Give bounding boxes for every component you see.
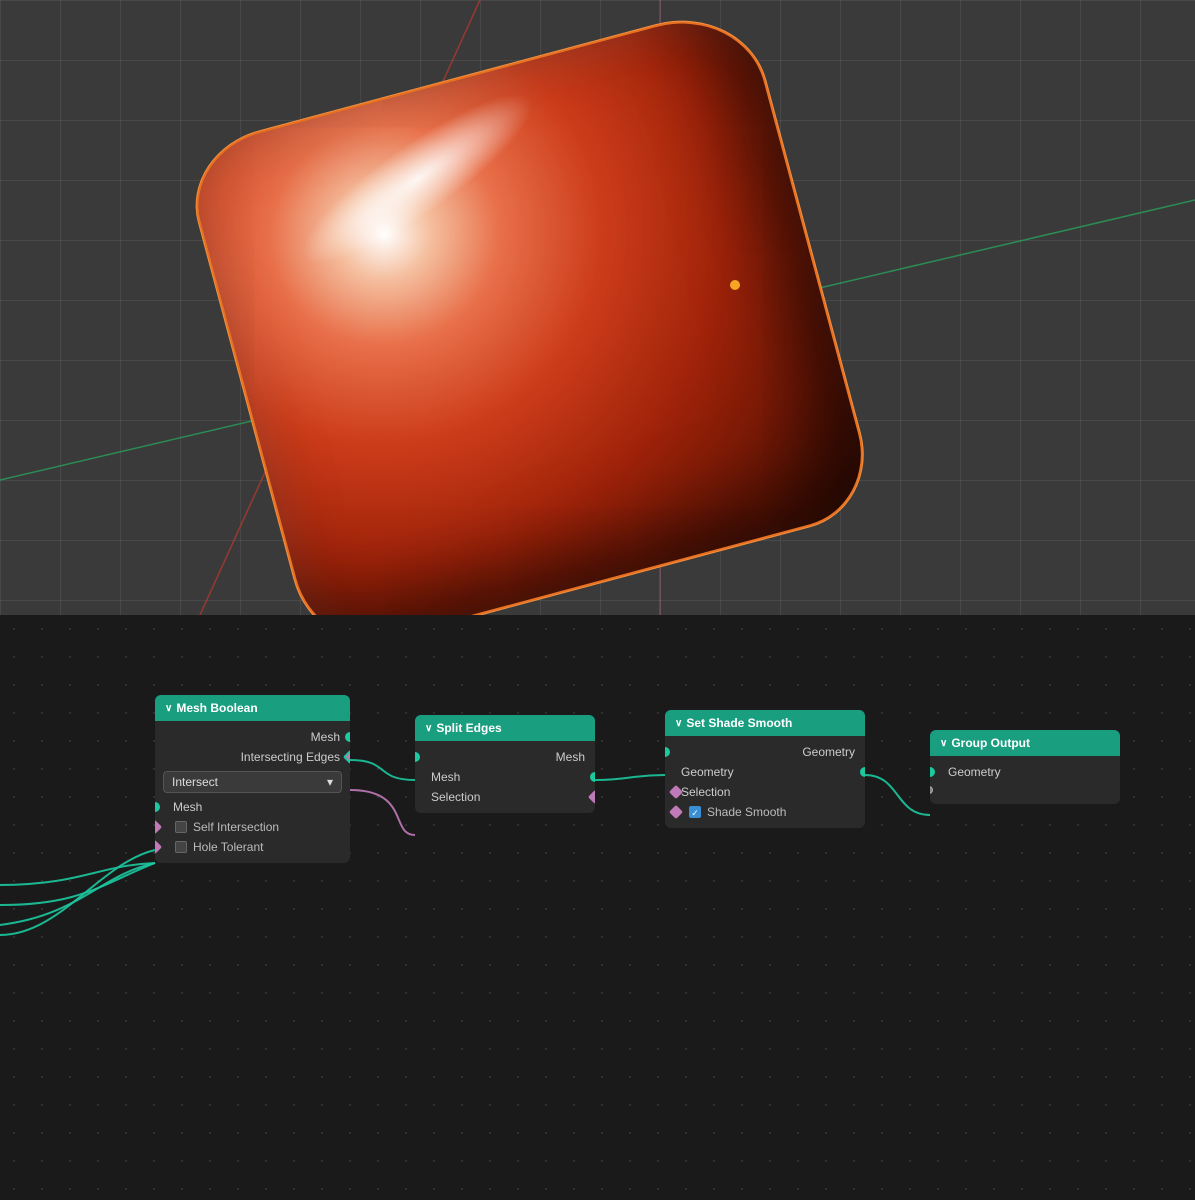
dropdown-arrow: ▾ <box>327 775 333 789</box>
split-mesh-output-row: Mesh <box>415 767 595 787</box>
mesh-output-row: Mesh <box>155 727 350 747</box>
hole-tolerant-row: Hole Tolerant <box>155 837 350 857</box>
shade-geometry-input-socket[interactable] <box>665 747 670 757</box>
shade-selection-label: Selection <box>681 785 730 799</box>
shade-geometry-output-label: Geometry <box>681 765 734 779</box>
mesh-output-socket[interactable] <box>345 732 350 742</box>
split-edges-collapse[interactable]: ∨ <box>425 723 432 734</box>
intersecting-edges-row: Intersecting Edges <box>155 747 350 767</box>
shade-geometry-input-label: Geometry <box>802 745 855 759</box>
split-selection-label: Selection <box>431 790 480 804</box>
split-mesh-input-label: Mesh <box>556 750 585 764</box>
shade-geometry-output-row: Geometry <box>665 762 865 782</box>
hole-tolerant-checkbox[interactable] <box>175 841 187 853</box>
shade-smooth-checkbox[interactable]: ✓ <box>689 806 701 818</box>
node-group-output-header: ∨ Group Output <box>930 730 1120 756</box>
self-intersection-row: Self Intersection <box>155 817 350 837</box>
3d-object <box>183 4 878 615</box>
node-mesh-boolean-title: Mesh Boolean <box>176 701 257 715</box>
group-geometry-row: Geometry <box>930 762 1120 782</box>
shade-smooth-body: Geometry Geometry Selection ✓ Shade Smoo <box>665 736 865 828</box>
mesh-input-socket[interactable] <box>155 802 160 812</box>
group-output-collapse[interactable]: ∨ <box>940 738 947 749</box>
split-mesh-output-label: Mesh <box>431 770 460 784</box>
shade-smooth-title: Set Shade Smooth <box>686 716 792 730</box>
dropdown-value: Intersect <box>172 775 218 789</box>
node-mesh-boolean-body: Mesh Intersecting Edges Intersect ▾ Mesh <box>155 721 350 863</box>
hole-tolerant-socket <box>155 840 162 854</box>
shade-selection-row: Selection <box>665 782 865 802</box>
hole-tolerant-label: Hole Tolerant <box>193 840 264 854</box>
self-intersection-checkbox[interactable] <box>175 821 187 833</box>
shade-smooth-label: Shade Smooth <box>707 805 786 819</box>
split-edges-title: Split Edges <box>436 721 501 735</box>
split-mesh-output-socket[interactable] <box>590 772 595 782</box>
group-output-title: Group Output <box>951 736 1030 750</box>
object-highlight <box>282 70 552 288</box>
shade-smooth-collapse[interactable]: ∨ <box>675 718 682 729</box>
shade-geometry-input-row: Geometry <box>665 742 865 762</box>
group-geometry-input-socket[interactable] <box>930 767 935 777</box>
mesh-input-label: Mesh <box>173 800 202 814</box>
group-geometry-label: Geometry <box>948 765 1001 779</box>
object-origin-dot <box>730 280 740 290</box>
node-group-output[interactable]: ∨ Group Output Geometry <box>930 730 1120 804</box>
shade-smooth-checkbox-socket <box>669 805 683 819</box>
self-intersection-label: Self Intersection <box>193 820 279 834</box>
group-extra-row <box>930 782 1120 798</box>
mesh-output-label: Mesh <box>311 730 340 744</box>
mesh-input-row: Mesh <box>155 797 350 817</box>
intersecting-edges-label: Intersecting Edges <box>241 750 340 764</box>
node-set-shade-smooth-header: ∨ Set Shade Smooth <box>665 710 865 736</box>
node-mesh-boolean-header: ∨ Mesh Boolean <box>155 695 350 721</box>
node-split-edges[interactable]: ∨ Split Edges Mesh Mesh Selection <box>415 715 595 813</box>
split-mesh-input-row: Mesh <box>415 747 595 767</box>
intersect-dropdown[interactable]: Intersect ▾ <box>163 771 342 793</box>
collapse-arrow[interactable]: ∨ <box>165 703 172 714</box>
self-intersection-socket <box>155 820 162 834</box>
split-selection-row: Selection <box>415 787 595 807</box>
split-edges-body: Mesh Mesh Selection <box>415 741 595 813</box>
split-mesh-input-socket[interactable] <box>415 752 420 762</box>
intersecting-edges-socket[interactable] <box>343 750 350 764</box>
3d-viewport[interactable] <box>0 0 1195 615</box>
node-mesh-boolean[interactable]: ∨ Mesh Boolean Mesh Intersecting Edges I… <box>155 695 350 863</box>
node-set-shade-smooth[interactable]: ∨ Set Shade Smooth Geometry Geometry Sel… <box>665 710 865 828</box>
3d-object-container <box>180 50 860 610</box>
group-extra-socket <box>930 786 933 794</box>
shade-smooth-checkbox-row: ✓ Shade Smooth <box>665 802 865 822</box>
node-split-edges-header: ∨ Split Edges <box>415 715 595 741</box>
split-selection-socket[interactable] <box>588 790 595 804</box>
shade-geometry-output-socket[interactable] <box>860 767 865 777</box>
group-output-body: Geometry <box>930 756 1120 804</box>
node-editor[interactable]: ∨ Mesh Boolean Mesh Intersecting Edges I… <box>0 615 1195 1200</box>
